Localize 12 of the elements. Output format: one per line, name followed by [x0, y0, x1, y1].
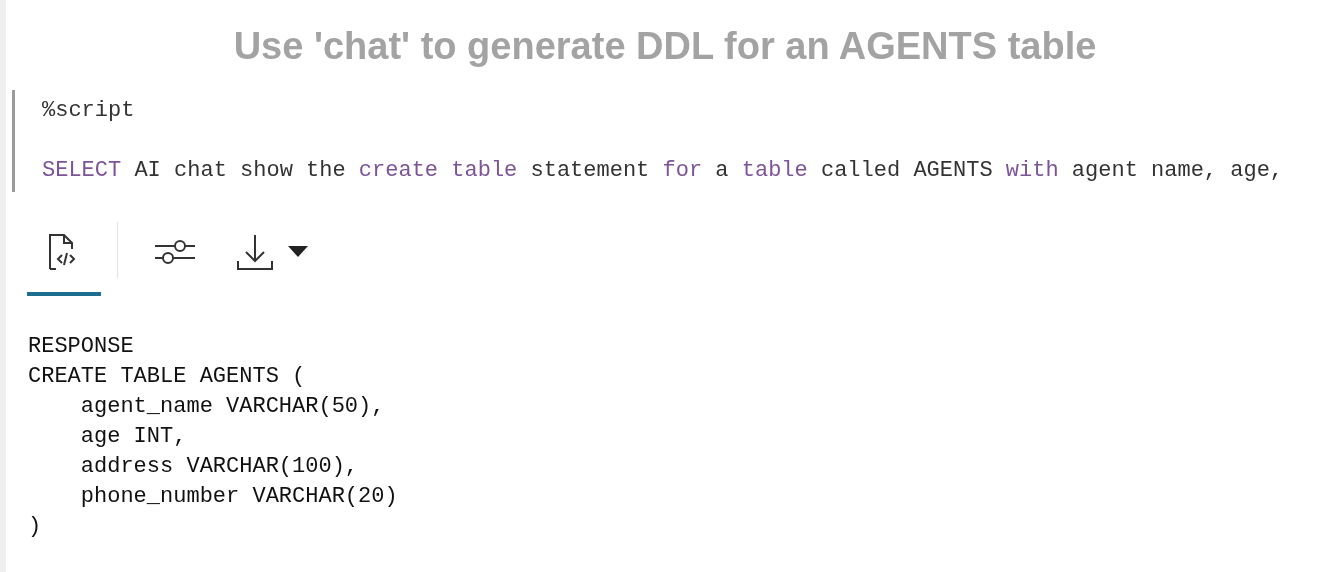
- response-line: RESPONSE: [28, 333, 134, 361]
- notebook-title: Use 'chat' to generate DDL for an AGENTS table: [233, 24, 1097, 69]
- response-line: ): [28, 513, 42, 541]
- response-line: age INT,: [79, 423, 187, 451]
- response-line: phone_number VARCHAR(20): [79, 483, 398, 511]
- caret-icon: [288, 246, 308, 258]
- response-line: CREATE TABLE AGENTS (: [28, 363, 306, 391]
- download-icon: [236, 233, 274, 271]
- response-line: address VARCHAR(100),: [79, 453, 359, 481]
- query-line: SELECT AI chat show the create table statement for a table called AGENTS with agent name, age,: [42, 157, 1284, 185]
- response-line: agent_name VARCHAR(50),: [79, 393, 385, 421]
- script-directive: %script: [42, 97, 135, 125]
